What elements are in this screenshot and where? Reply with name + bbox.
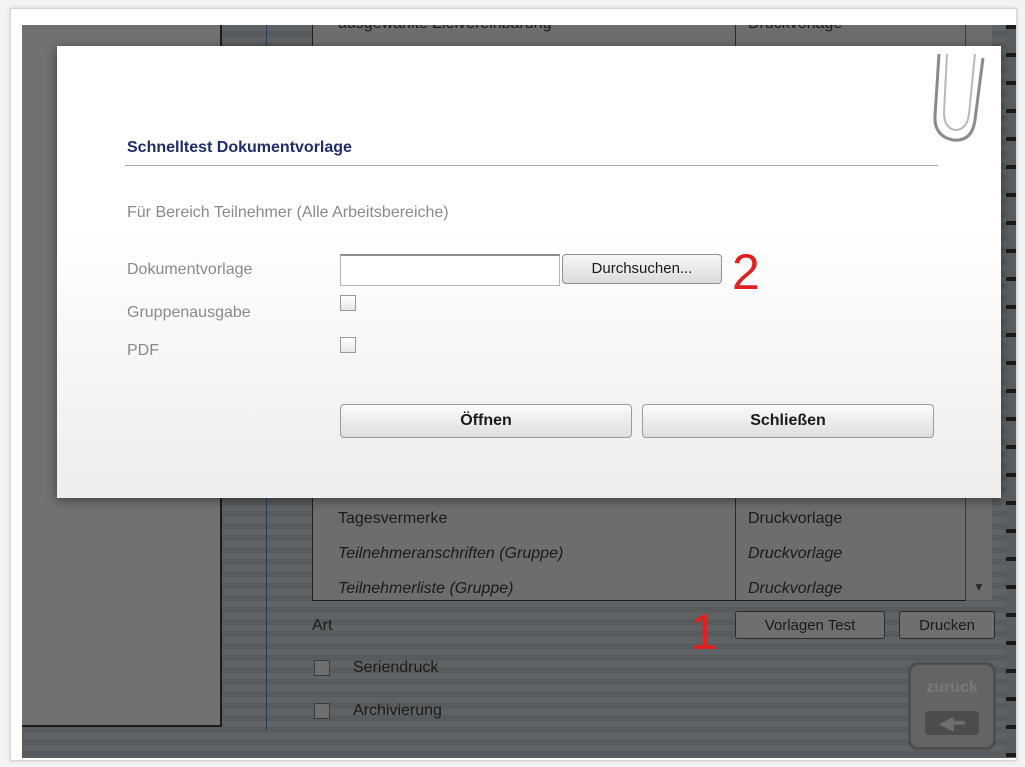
open-button[interactable]: Öffnen	[340, 404, 632, 438]
binder-edge	[1006, 25, 1016, 758]
archivierung-checkbox[interactable]	[314, 703, 330, 719]
arrow-left-icon: ◀━	[925, 711, 979, 735]
art-label: Art	[312, 617, 333, 634]
back-button-label: zurück	[926, 679, 978, 696]
archivierung-label: Archivierung	[353, 702, 442, 719]
pdf-checkbox[interactable]	[340, 337, 356, 353]
list-item-type: Druckvorlage	[748, 25, 842, 33]
dialog-title: Schnelltest Dokumentvorlage	[127, 139, 352, 156]
list-item-type: Druckvorlage	[748, 545, 843, 562]
paperclip-icon	[933, 54, 985, 142]
annotation-marker-2: 2	[732, 244, 760, 300]
browse-button[interactable]: Durchsuchen...	[562, 254, 722, 284]
title-divider	[125, 165, 938, 166]
dokumentvorlage-file-input[interactable]	[340, 254, 560, 286]
quick-test-dialog: Schnelltest Dokumentvorlage Für Bereich …	[57, 46, 1001, 498]
list-item-type: Druckvorlage	[748, 510, 843, 527]
list-item-name[interactable]: Tagesvermerke	[338, 510, 447, 528]
gruppenausgabe-checkbox[interactable]	[340, 295, 356, 311]
dialog-subtitle: Für Bereich Teilnehmer (Alle Arbeitsbere…	[127, 204, 449, 221]
vorlagen-test-button[interactable]: Vorlagen Test	[735, 611, 885, 639]
back-button[interactable]: zurück ◀━	[908, 662, 996, 750]
seriendruck-label: Seriendruck	[353, 659, 439, 676]
seriendruck-checkbox[interactable]	[314, 660, 330, 676]
list-item-name[interactable]: Teilnehmerliste (Gruppe)	[338, 580, 513, 598]
dokumentvorlage-label: Dokumentvorlage	[127, 261, 253, 278]
close-button[interactable]: Schließen	[642, 404, 934, 438]
list-item-name[interactable]: ausgewählte Zielvereinbarung	[338, 25, 551, 33]
list-item-type: Druckvorlage	[748, 580, 843, 597]
scroll-down-icon[interactable]: ▼	[966, 574, 992, 600]
pdf-label: PDF	[127, 342, 159, 359]
annotation-marker-1: 1	[690, 604, 718, 660]
gruppenausgabe-label: Gruppenausgabe	[127, 304, 251, 321]
drucken-button[interactable]: Drucken	[899, 611, 995, 639]
list-item-name[interactable]: Teilnehmeranschriften (Gruppe)	[338, 545, 563, 563]
